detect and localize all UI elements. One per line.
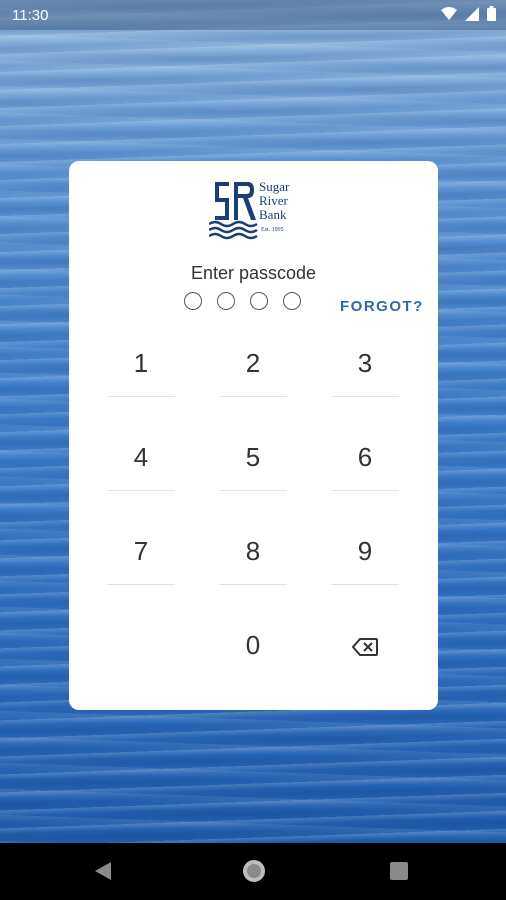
wifi-icon: [441, 6, 457, 20]
bank-logo-text: Sugar River Bank: [259, 179, 290, 222]
passcode-card: Sugar River Bank Est. 1995 Enter passcod…: [69, 161, 438, 710]
navigation-bar: [0, 843, 506, 900]
key-9[interactable]: 9: [331, 521, 399, 585]
passcode-prompt: Enter passcode: [190, 263, 317, 283]
signal-icon: [465, 6, 479, 21]
battery-icon: [487, 6, 496, 21]
key-6[interactable]: 6: [331, 427, 399, 491]
passcode-dot: [283, 292, 301, 310]
home-icon[interactable]: [243, 860, 265, 882]
status-time: 11:30: [12, 7, 49, 24]
key-2[interactable]: 2: [219, 333, 287, 397]
bank-logo-est: Est. 1995: [261, 227, 284, 233]
key-0[interactable]: 0: [219, 615, 287, 675]
recent-apps-icon[interactable]: [390, 862, 408, 880]
passcode-dot: [184, 292, 202, 310]
back-icon[interactable]: [95, 862, 111, 880]
key-8[interactable]: 8: [219, 521, 287, 585]
passcode-dot: [250, 292, 268, 310]
bank-logo: Sugar River Bank Est. 1995: [209, 180, 299, 242]
key-5[interactable]: 5: [219, 427, 287, 491]
key-7[interactable]: 7: [107, 521, 175, 585]
bank-logo-icon: [209, 182, 258, 240]
key-1[interactable]: 1: [107, 333, 175, 397]
status-bar: 11:30: [0, 0, 506, 30]
backspace-button[interactable]: [331, 615, 399, 675]
key-4[interactable]: 4: [107, 427, 175, 491]
backspace-icon: [351, 638, 378, 657]
passcode-dots: [184, 292, 301, 310]
passcode-dot: [217, 292, 235, 310]
forgot-button[interactable]: FORGOT?: [340, 298, 424, 315]
key-3[interactable]: 3: [331, 333, 399, 397]
